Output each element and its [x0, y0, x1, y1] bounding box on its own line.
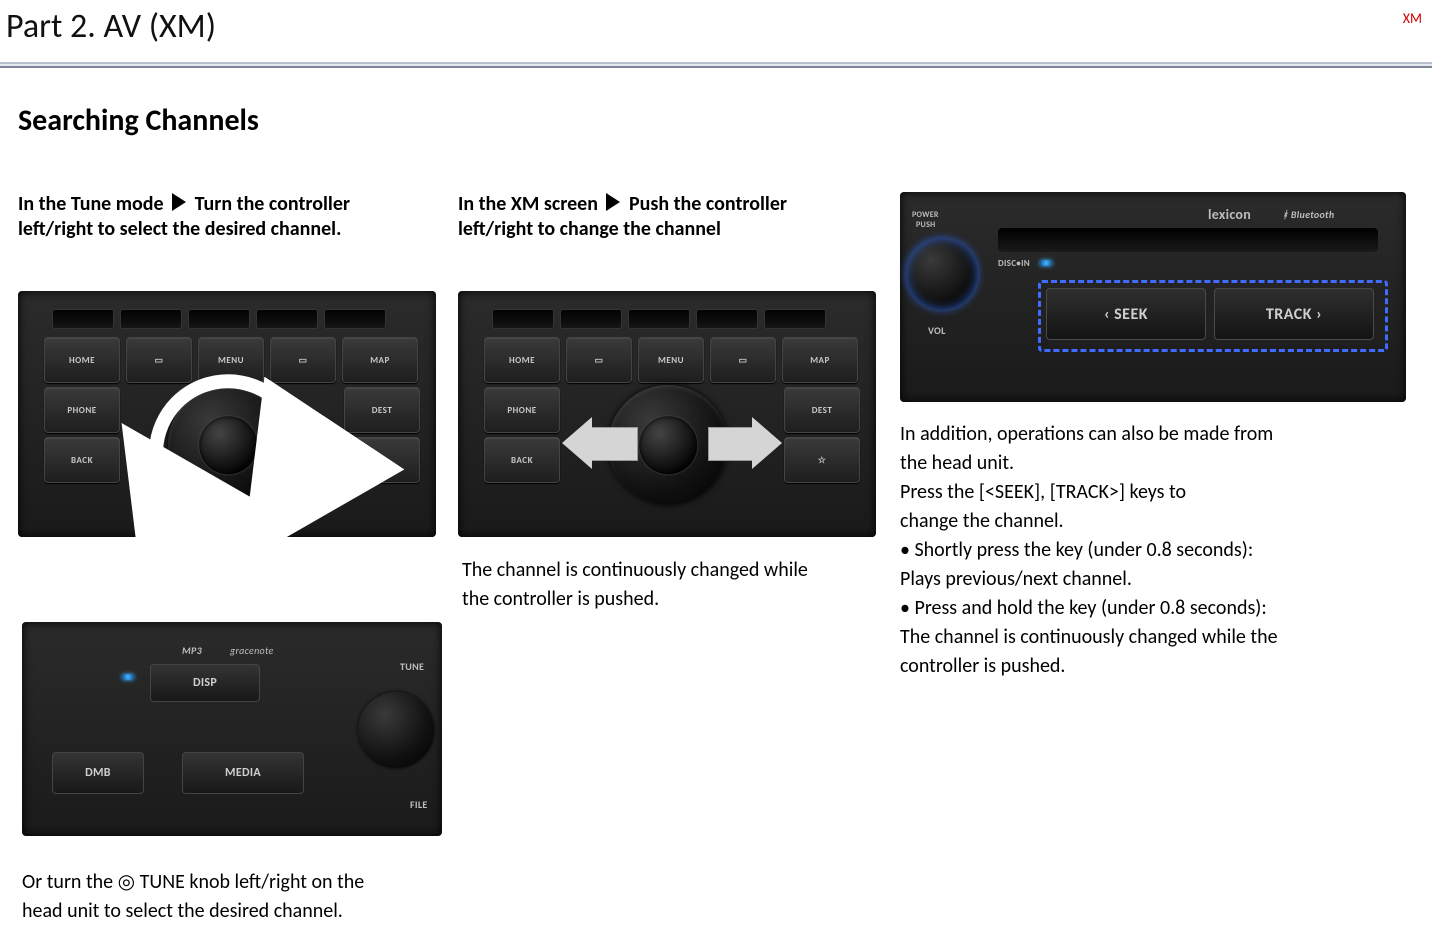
phone-button-2[interactable]: PHONE: [484, 387, 560, 433]
cap-4b: [696, 309, 758, 329]
controller-knob-1[interactable]: [168, 385, 288, 505]
tune-knob[interactable]: [358, 692, 434, 768]
ring-icon: ◎: [118, 870, 135, 894]
cap-5: [324, 309, 386, 329]
col2-line1b: Push the controller: [629, 192, 787, 216]
tune-label: TUNE: [400, 660, 424, 673]
menu-button[interactable]: MENU: [198, 337, 264, 383]
section-heading: Searching Channels: [18, 102, 259, 139]
controller-knob-2[interactable]: [608, 385, 728, 505]
cap-3: [188, 309, 250, 329]
brand-label: lexicon: [1208, 206, 1251, 223]
screen2-button[interactable]: ▭: [270, 337, 336, 383]
volume-knob[interactable]: [906, 238, 978, 310]
col1-note1: Or turn the: [22, 870, 118, 894]
col1-note3: head unit to select the desired channel.: [22, 899, 442, 924]
col3-p2: the head unit.: [900, 451, 1408, 476]
col2-line2: left/right to change the channel: [458, 217, 880, 242]
cap-2: [120, 309, 182, 329]
phone-button[interactable]: PHONE: [44, 387, 120, 433]
triangle-icon: [172, 193, 186, 211]
col1-line2: left/right to select the desired channel…: [18, 217, 440, 242]
tune-headunit-panel: MP3 gracenote DISP TUNE DMB MEDIA FILE: [22, 622, 442, 836]
col1-note: Or turn the ◎ TUNE knob left/right on th…: [22, 866, 442, 924]
col3-p7: • Press and hold the key (under 0.8 seco…: [900, 596, 1408, 621]
screen2-button-2[interactable]: ▭: [710, 337, 776, 383]
page-tag: XM: [1403, 10, 1422, 27]
gracenote-label: gracenote: [230, 644, 274, 657]
status-led: [122, 674, 134, 680]
cap-1: [52, 309, 114, 329]
push-label: PUSH: [916, 220, 936, 230]
cap-3b: [628, 309, 690, 329]
bt-label: ᚼ Bluetooth: [1282, 208, 1334, 221]
map-button-2[interactable]: MAP: [782, 337, 858, 383]
disc-slot: [998, 228, 1378, 252]
col1-note2: TUNE knob left/right on the: [140, 870, 365, 894]
dmb-button[interactable]: DMB: [52, 752, 144, 794]
col2-desc2: the controller is pushed.: [462, 587, 880, 612]
col-3: In addition, operations can also be made…: [900, 418, 1408, 679]
col-2: In the XM screen Push the controller lef…: [458, 192, 880, 242]
star-button-2[interactable]: ☆: [784, 437, 860, 483]
col3-p3: Press the [<SEEK], [TRACK>] keys to: [900, 480, 1408, 505]
back-button[interactable]: BACK: [44, 437, 120, 483]
col-1: In the Tune mode Turn the controller lef…: [18, 192, 440, 242]
headunit-panel: POWER PUSH VOL lexicon ᚼ Bluetooth DISC•…: [900, 192, 1406, 402]
col1-line1b: Turn the controller: [195, 192, 350, 216]
screen-button[interactable]: ▭: [126, 337, 192, 383]
col3-p9: controller is pushed.: [900, 654, 1408, 679]
cap-1b: [492, 309, 554, 329]
menu-button-2[interactable]: MENU: [638, 337, 704, 383]
vol-label: VOL: [928, 324, 946, 337]
col3-p4: change the channel.: [900, 509, 1408, 534]
cap-5b: [764, 309, 826, 329]
file-label: FILE: [410, 798, 428, 811]
seek-button[interactable]: ‹ SEEK: [1046, 288, 1206, 340]
track-button[interactable]: TRACK ›: [1214, 288, 1374, 340]
discin-led: [1040, 260, 1052, 266]
back-button-2[interactable]: BACK: [484, 437, 560, 483]
cap-4: [256, 309, 318, 329]
col2-desc: The channel is continuously changed whil…: [462, 554, 880, 612]
map-button[interactable]: MAP: [342, 337, 418, 383]
col3-p5: • Shortly press the key (under 0.8 secon…: [900, 538, 1408, 563]
header-rule: [0, 62, 1432, 68]
dest-button-2[interactable]: DEST: [784, 387, 860, 433]
col2-desc1: The channel is continuously changed whil…: [462, 558, 880, 583]
col1-line1a: In the Tune mode: [18, 192, 168, 216]
bluetooth-icon: ᚼ: [1282, 208, 1288, 221]
col3-p6: Plays previous/next channel.: [900, 567, 1408, 592]
discin-label: DISC•IN: [998, 258, 1030, 269]
col2-line1a: In the XM screen: [458, 192, 602, 216]
home-button[interactable]: HOME: [44, 337, 120, 383]
dest-button[interactable]: DEST: [344, 387, 420, 433]
home-button-2[interactable]: HOME: [484, 337, 560, 383]
cap-2b: [560, 309, 622, 329]
col3-p1: In addition, operations can also be made…: [900, 422, 1408, 447]
screen-button-2[interactable]: ▭: [566, 337, 632, 383]
controller-panel-1: HOME ▭ MENU ▭ MAP PHONE DEST BACK ☆: [18, 291, 436, 537]
bt-text: Bluetooth: [1291, 208, 1335, 221]
page-title: Part 2. AV (XM): [6, 6, 216, 47]
col3-p8: The channel is continuously changed whil…: [900, 625, 1408, 650]
media-button[interactable]: MEDIA: [182, 752, 304, 794]
triangle-icon: [606, 193, 620, 211]
power-label: POWER: [912, 210, 939, 220]
mp3-label: MP3: [182, 644, 202, 657]
disp-button[interactable]: DISP: [150, 664, 260, 702]
controller-panel-2: HOME ▭ MENU ▭ MAP PHONE DEST BACK ☆: [458, 291, 876, 537]
star-button[interactable]: ☆: [344, 437, 420, 483]
